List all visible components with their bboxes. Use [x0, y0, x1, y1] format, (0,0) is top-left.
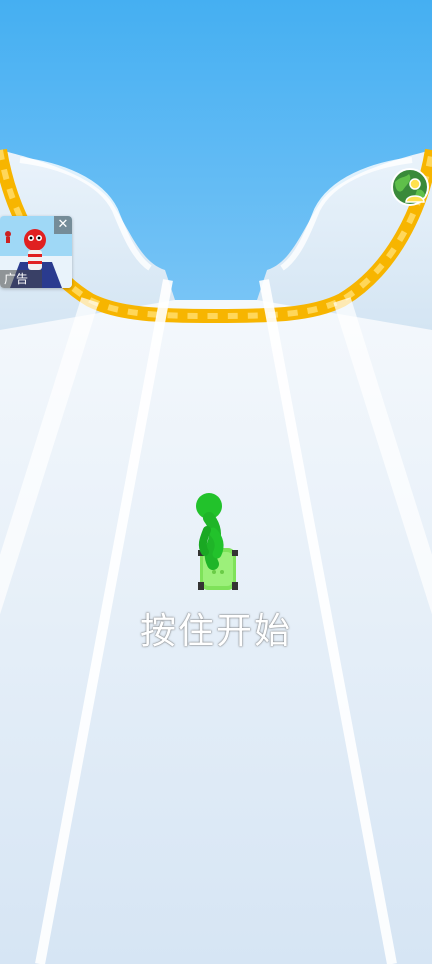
- character-select-icon: [391, 168, 429, 206]
- ad-close-button[interactable]: ✕: [54, 216, 72, 234]
- game-scene: [0, 0, 432, 964]
- ad-label: 广告: [0, 270, 43, 288]
- game-screen[interactable]: 广告 ✕ 按住开始: [0, 0, 432, 964]
- ad-banner[interactable]: 广告 ✕: [0, 216, 72, 288]
- hold-to-start-prompt: 按住开始: [139, 611, 292, 652]
- character-select-button[interactable]: [391, 168, 429, 206]
